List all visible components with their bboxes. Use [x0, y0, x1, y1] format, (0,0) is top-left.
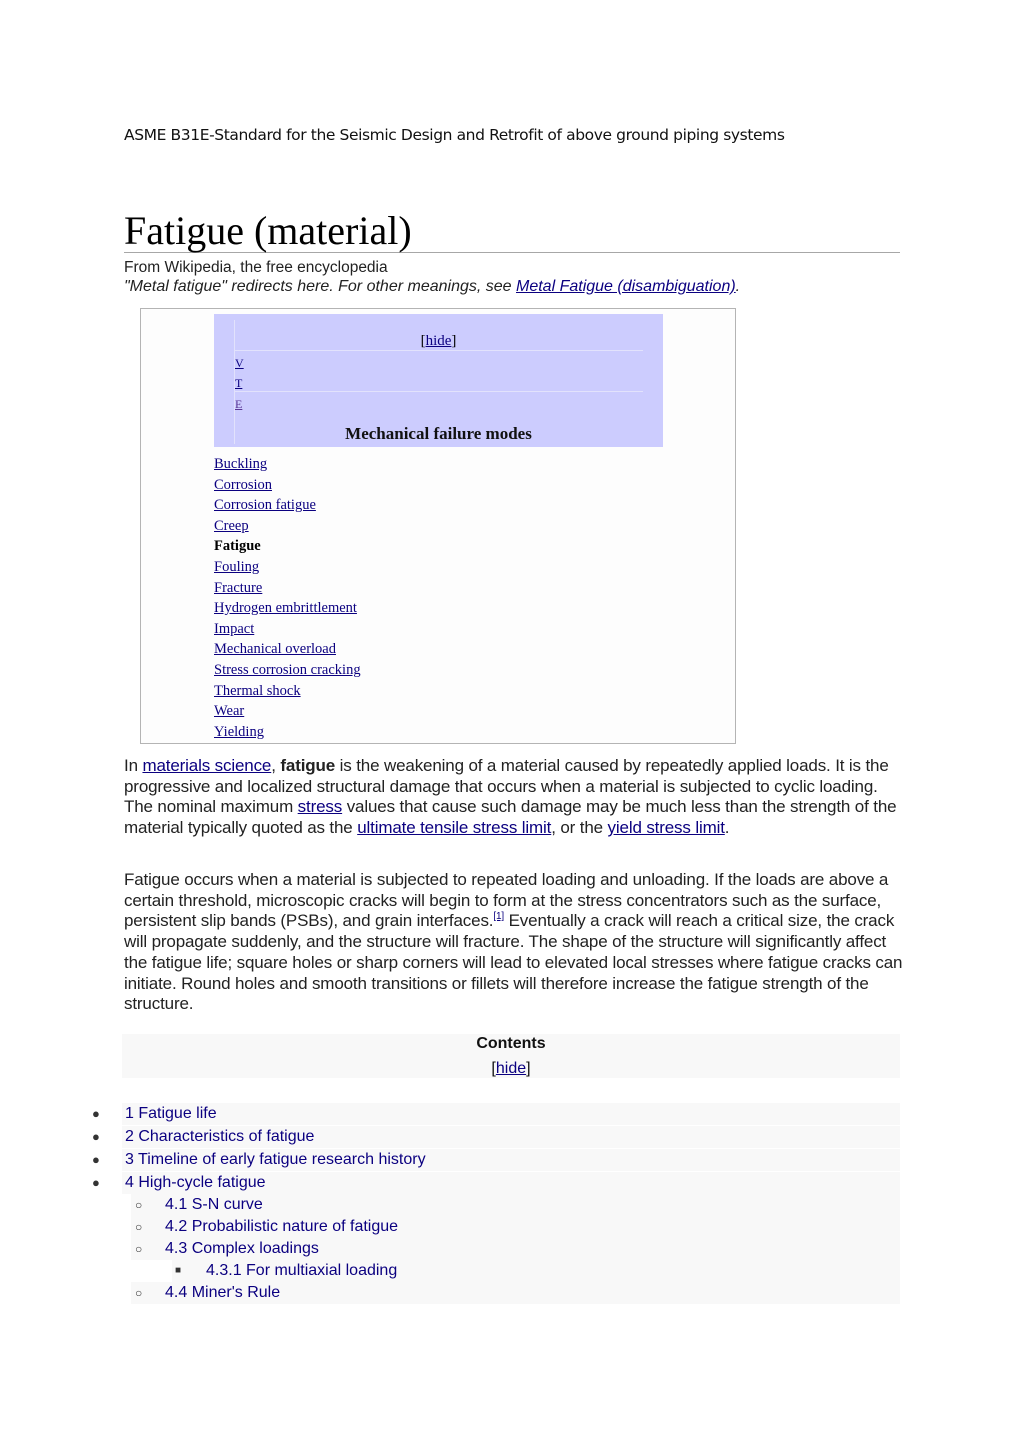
stress-link[interactable]: stress: [298, 797, 343, 816]
navbox-link-corrosion-fatigue[interactable]: Corrosion fatigue: [214, 497, 316, 513]
navbox-item: Fracture: [214, 578, 361, 599]
toc-item: ● 4 High-cycle fatigue: [92, 1172, 900, 1194]
reference-link-1[interactable]: [1]: [493, 911, 504, 922]
navbox-view-link[interactable]: V: [235, 356, 244, 370]
toc-item: ● 1 Fatigue life: [92, 1103, 900, 1125]
navbox-link-corrosion[interactable]: Corrosion: [214, 477, 272, 493]
toc-link-miners-rule[interactable]: 4.4 Miner's Rule: [165, 1282, 280, 1304]
toc-hide-link[interactable]: hide: [496, 1060, 526, 1077]
ultimate-tensile-stress-link[interactable]: ultimate tensile stress limit: [357, 818, 551, 837]
bullet-icon: ●: [92, 1175, 100, 1190]
navbox-item: Creep: [214, 516, 361, 537]
navbox-item: Mechanical overload: [214, 639, 361, 660]
navbox-link-yielding[interactable]: Yielding: [214, 724, 264, 740]
text: , or the: [551, 818, 608, 838]
bracket: ]: [526, 1060, 531, 1077]
toc-link-sn-curve[interactable]: 4.1 S-N curve: [165, 1194, 263, 1216]
navbox-view-link-wrap: V: [235, 356, 244, 371]
navbox-hide-toggle: [hide]: [214, 333, 663, 350]
navbox-list: Buckling Corrosion Corrosion fatigue Cre…: [214, 454, 361, 742]
navbox-item-current-fatigue: Fatigue: [214, 538, 261, 555]
toc-item: ○ 4.3 Complex loadings: [131, 1238, 900, 1260]
navbox-link-impact[interactable]: Impact: [214, 621, 254, 637]
navbox-header: [hide] V T E Mechanical failure modes: [214, 314, 663, 447]
yield-stress-link[interactable]: yield stress limit: [608, 818, 725, 837]
intro-paragraph: In materials science, fatigue is the wea…: [124, 756, 904, 839]
toc-item: ○ 4.4 Miner's Rule: [131, 1282, 900, 1304]
bullet-icon: ●: [92, 1129, 100, 1144]
navbox-link-mechanical-overload[interactable]: Mechanical overload: [214, 641, 336, 657]
navbox-item: Buckling: [214, 454, 361, 475]
toc-item: ■ 4.3.1 For multiaxial loading: [172, 1260, 900, 1282]
navbox-item: Hydrogen embrittlement: [214, 598, 361, 619]
bracket: ]: [451, 333, 457, 349]
navbox-item: Fouling: [214, 557, 361, 578]
navbox-item: Stress corrosion cracking: [214, 660, 361, 681]
navbox-link-fouling[interactable]: Fouling: [214, 559, 259, 575]
toc-link-characteristics[interactable]: 2 Characteristics of fatigue: [125, 1126, 314, 1148]
materials-science-link[interactable]: materials science: [142, 756, 271, 775]
navbox-item: Wear: [214, 701, 361, 722]
navbox-item: Thermal shock: [214, 681, 361, 702]
navbox-item: Corrosion: [214, 475, 361, 496]
circle-bullet-icon: ○: [135, 1242, 143, 1256]
navbox-item: Impact: [214, 619, 361, 640]
toc-link-timeline[interactable]: 3 Timeline of early fatigue research his…: [125, 1149, 426, 1171]
navbox-talk-link[interactable]: T: [235, 376, 242, 390]
navbox-talk-link-wrap: T: [235, 376, 242, 391]
fatigue-paragraph: Fatigue occurs when a material is subjec…: [124, 870, 904, 1015]
navbox-title: Mechanical failure modes: [345, 424, 532, 443]
circle-bullet-icon: ○: [135, 1286, 143, 1300]
toc-link-probabilistic-nature[interactable]: 4.2 Probabilistic nature of fatigue: [165, 1216, 398, 1238]
page-subtitle: From Wikipedia, the free encyclopedia: [124, 259, 388, 276]
navbox-item: Yielding: [214, 722, 361, 743]
toc-item: ● 2 Characteristics of fatigue: [92, 1126, 900, 1148]
text: In: [124, 756, 143, 775]
hatnote-text: "Metal fatigue" redirects here. For othe…: [124, 278, 516, 295]
page-title: Fatigue (material): [124, 207, 900, 253]
navbox-link-stress-corrosion-cracking[interactable]: Stress corrosion cracking: [214, 662, 361, 678]
toc-hide-toggle: [hide]: [122, 1060, 900, 1078]
toc-item: ○ 4.1 S-N curve: [131, 1194, 900, 1216]
toc-header: Contents [hide]: [122, 1034, 900, 1078]
bullet-icon: ●: [92, 1152, 100, 1167]
toc-link-fatigue-life[interactable]: 1 Fatigue life: [125, 1103, 217, 1125]
navbox-mechanical-failure-modes: [hide] V T E Mechanical failure modes Bu…: [140, 308, 736, 744]
toc-item: ○ 4.2 Probabilistic nature of fatigue: [131, 1216, 900, 1238]
navbox-link-hydrogen-embrittlement[interactable]: Hydrogen embrittlement: [214, 600, 357, 616]
bold-term: fatigue: [280, 756, 336, 775]
navbox-edit-link[interactable]: E: [235, 397, 242, 411]
navbox-link-buckling[interactable]: Buckling: [214, 456, 267, 472]
circle-bullet-icon: ○: [135, 1220, 143, 1234]
toc-link-multiaxial-loading[interactable]: 4.3.1 For multiaxial loading: [206, 1260, 397, 1282]
navbox-link-fracture[interactable]: Fracture: [214, 580, 262, 596]
toc-title: Contents: [476, 1035, 546, 1052]
navbox-divider: [234, 391, 643, 392]
toc-item: ● 3 Timeline of early fatigue research hi…: [92, 1149, 900, 1171]
navbox-edit-link-wrap: E: [235, 397, 242, 412]
bullet-icon: ●: [92, 1106, 100, 1121]
toc-link-high-cycle-fatigue[interactable]: 4 High-cycle fatigue: [125, 1172, 266, 1194]
navbox-hide-link[interactable]: hide: [426, 333, 452, 349]
navbox-link-thermal-shock[interactable]: Thermal shock: [214, 683, 301, 699]
toc-link-complex-loadings[interactable]: 4.3 Complex loadings: [165, 1238, 319, 1260]
navbox-divider: [234, 350, 643, 351]
hatnote: "Metal fatigue" redirects here. For othe…: [124, 278, 740, 296]
navbox-link-creep[interactable]: Creep: [214, 518, 249, 534]
hatnote-suffix: .: [735, 278, 741, 295]
navbox-link-wear[interactable]: Wear: [214, 703, 244, 719]
text: .: [724, 818, 730, 838]
disambiguation-link[interactable]: Metal Fatigue (disambiguation): [516, 278, 736, 295]
document-header: ASME B31E-Standard for the Seismic Desig…: [124, 126, 785, 144]
navbox-item: Corrosion fatigue: [214, 495, 361, 516]
square-bullet-icon: ■: [175, 1265, 182, 1276]
circle-bullet-icon: ○: [135, 1198, 143, 1212]
